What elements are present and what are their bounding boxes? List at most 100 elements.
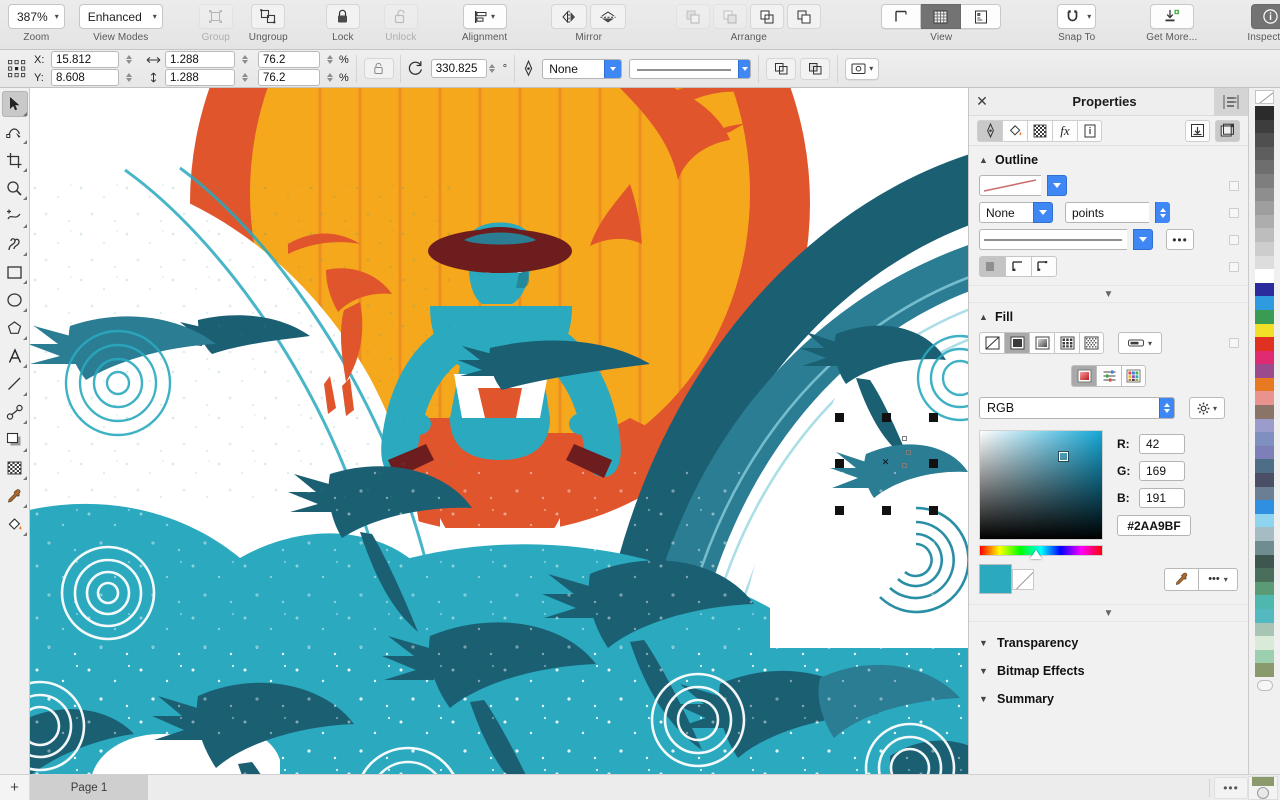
view-modes-combo[interactable]: Enhanced ▾ xyxy=(78,4,163,29)
palette-swatch[interactable] xyxy=(1255,649,1274,664)
ellipse-tool[interactable] xyxy=(2,287,28,313)
palette-swatch[interactable] xyxy=(1255,309,1274,324)
palette-swatch[interactable] xyxy=(1255,187,1274,202)
outline-style-preview[interactable] xyxy=(979,175,1041,196)
palette-swatch[interactable] xyxy=(1255,282,1274,297)
palette-more-icon[interactable] xyxy=(1256,679,1273,691)
rectangle-tool[interactable] xyxy=(2,259,28,285)
unlock-button[interactable] xyxy=(383,4,418,29)
x-stepper[interactable] xyxy=(123,51,134,68)
g-input[interactable]: 169 xyxy=(1139,461,1185,481)
outline-units-input[interactable]: points xyxy=(1065,202,1149,223)
palette-swatch[interactable] xyxy=(1255,241,1274,256)
lock-button[interactable] xyxy=(325,4,360,29)
r-input[interactable]: 42 xyxy=(1139,434,1185,454)
fill-tab[interactable] xyxy=(1002,119,1027,142)
node-marker-1[interactable] xyxy=(902,436,907,441)
palette-swatch[interactable] xyxy=(1255,513,1274,528)
fountain-fill-button[interactable] xyxy=(1029,332,1054,354)
palette-swatch[interactable] xyxy=(1255,337,1274,351)
trim-button[interactable] xyxy=(800,57,831,80)
outline-expand-toggle[interactable]: ▼ xyxy=(969,285,1248,303)
corner-miter-button[interactable] xyxy=(979,256,1005,277)
new-style-button[interactable] xyxy=(1215,119,1240,142)
colorspace-stepper[interactable] xyxy=(1159,398,1174,418)
summary-section[interactable]: ▼ Summary xyxy=(969,685,1248,713)
palette-swatch[interactable] xyxy=(1255,133,1274,147)
outline-line-style-dropdown[interactable] xyxy=(1133,229,1153,250)
shape-tool[interactable] xyxy=(2,119,28,145)
outline-style-dropdown[interactable] xyxy=(1047,175,1067,196)
palette-swatch[interactable] xyxy=(1255,323,1274,338)
palette-swatch[interactable] xyxy=(1255,608,1274,623)
fill-more-button[interactable]: ••• ▾ xyxy=(1198,567,1238,591)
color-palettes-button[interactable] xyxy=(1121,365,1146,387)
palette-swatch[interactable] xyxy=(1255,160,1274,174)
fill-settings-button[interactable]: ▾ xyxy=(1189,397,1225,419)
color-sliders-button[interactable] xyxy=(1096,365,1121,387)
palette-swatch[interactable] xyxy=(1255,391,1274,406)
rotation-stepper[interactable] xyxy=(487,60,498,77)
artwork-heron-illustration[interactable] xyxy=(30,88,968,774)
palette-swatch[interactable] xyxy=(1255,146,1274,161)
palette-swatch[interactable] xyxy=(1255,269,1274,283)
hex-input[interactable]: #2AA9BF xyxy=(1117,515,1191,536)
palette-swatch[interactable] xyxy=(1255,595,1274,609)
outline-more-button[interactable]: ••• xyxy=(1166,229,1194,250)
saturation-value-box[interactable] xyxy=(979,430,1103,540)
node-marker-2[interactable] xyxy=(906,450,911,455)
handle-top-center[interactable] xyxy=(882,413,891,422)
palette-swatch[interactable] xyxy=(1255,119,1274,134)
outline-width-lock-checkbox[interactable] xyxy=(1229,207,1239,218)
chevron-down-icon[interactable] xyxy=(604,59,622,78)
palette-swatch[interactable] xyxy=(1255,636,1274,650)
vector-pattern-button[interactable] xyxy=(1054,332,1079,354)
effects-tab[interactable]: fx xyxy=(1052,119,1077,142)
lock-ratio-button[interactable] xyxy=(363,58,394,79)
scale-width-stepper[interactable] xyxy=(324,51,335,68)
fill-section-header[interactable]: ▲ Fill xyxy=(969,303,1248,329)
interactive-fill-tool[interactable] xyxy=(2,511,28,537)
transparency-tab[interactable] xyxy=(1027,119,1052,142)
hue-slider[interactable] xyxy=(979,545,1103,559)
handle-bottom-left[interactable] xyxy=(835,506,844,515)
bring-forward-button[interactable] xyxy=(713,4,748,29)
palette-swatch[interactable] xyxy=(1255,214,1274,229)
snap-to-button[interactable]: ▾ xyxy=(1057,4,1097,29)
palette-swatch[interactable] xyxy=(1255,405,1274,419)
send-backward-button[interactable] xyxy=(750,4,785,29)
handle-bottom-right[interactable] xyxy=(929,506,938,515)
chevron-down-icon[interactable] xyxy=(738,59,751,78)
corner-bevel-button[interactable] xyxy=(1031,256,1057,277)
summary-tab[interactable] xyxy=(1077,119,1102,142)
mirror-vertical-button[interactable] xyxy=(590,4,627,29)
apply-to-document-button[interactable] xyxy=(1185,119,1210,142)
crop-tool[interactable] xyxy=(2,147,28,173)
transparency-tool[interactable] xyxy=(2,455,28,481)
palette-swatch[interactable] xyxy=(1255,418,1274,433)
current-fill-swatch[interactable] xyxy=(979,564,1012,594)
outline-pen-icon[interactable] xyxy=(522,60,535,77)
outline-line-style-preview[interactable] xyxy=(979,229,1127,250)
canvas[interactable]: ✕ xyxy=(30,88,968,774)
palette-swatch[interactable] xyxy=(1255,296,1274,310)
alignment-button[interactable]: ▾ xyxy=(462,4,507,29)
handle-top-right[interactable] xyxy=(929,413,938,422)
palette-swatch[interactable] xyxy=(1255,663,1274,677)
palette-swatch[interactable] xyxy=(1255,568,1274,582)
colorspace-combo[interactable]: RGB xyxy=(979,397,1175,419)
outline-width-dropdown[interactable] xyxy=(1033,202,1053,223)
get-more-button[interactable] xyxy=(1149,4,1194,29)
mirror-horizontal-button[interactable] xyxy=(551,4,588,29)
zoom-tool[interactable] xyxy=(2,175,28,201)
width-input[interactable]: 1.288 xyxy=(165,51,235,68)
x-input[interactable]: 15.812 xyxy=(51,51,119,68)
selection-anchor-widget[interactable] xyxy=(4,59,30,79)
page-color-button[interactable] xyxy=(1248,775,1278,800)
inspectors-button[interactable] xyxy=(1250,4,1280,29)
pick-tool[interactable] xyxy=(1,91,28,117)
color-viewers-button[interactable] xyxy=(1071,365,1096,387)
color-eyedropper-button[interactable] xyxy=(1164,567,1198,591)
palette-swatch[interactable] xyxy=(1255,445,1274,460)
bitmap-effects-section[interactable]: ▼ Bitmap Effects xyxy=(969,657,1248,685)
